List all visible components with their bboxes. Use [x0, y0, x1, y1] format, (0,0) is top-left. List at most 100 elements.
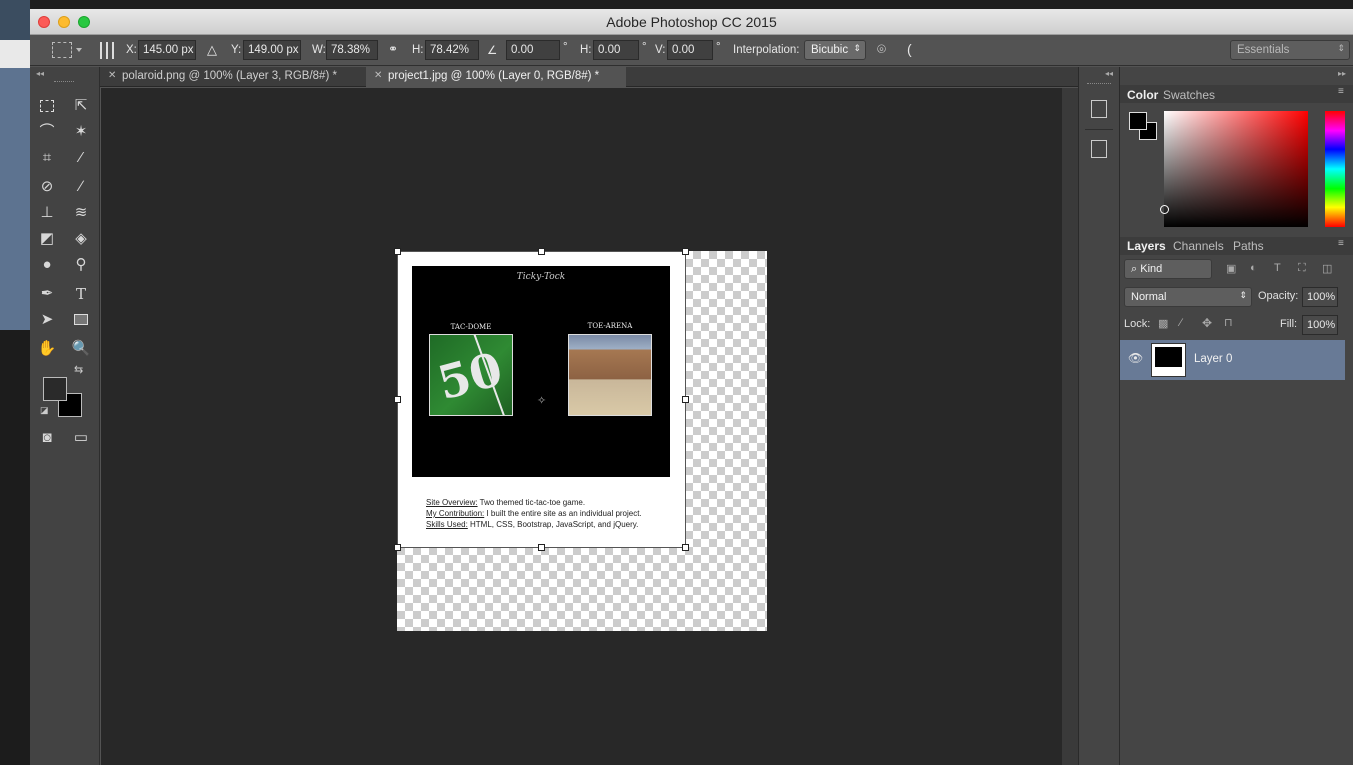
- quick-mask-icon[interactable]: ◙: [34, 427, 60, 449]
- lock-transparency-icon[interactable]: ▩: [1158, 317, 1168, 330]
- clone-stamp-icon[interactable]: ⊥: [34, 202, 60, 224]
- filter-kind-select[interactable]: ⌕ Kind: [1124, 259, 1212, 279]
- color-picker-cursor[interactable]: [1160, 205, 1169, 214]
- transform-handle[interactable]: [682, 396, 689, 403]
- tab-layers[interactable]: Layers: [1127, 239, 1166, 253]
- link-icon[interactable]: ⚭: [388, 42, 398, 56]
- default-colors-icon[interactable]: ◪: [40, 405, 49, 416]
- interpolation-select[interactable]: Bicubic ⇕: [804, 40, 866, 60]
- filter-smart-object-icon[interactable]: ◫: [1322, 262, 1332, 275]
- tab-swatches[interactable]: Swatches: [1163, 88, 1215, 102]
- hue-slider[interactable]: [1325, 111, 1345, 227]
- filter-pixel-icon[interactable]: ▣: [1226, 262, 1236, 275]
- rotate-field[interactable]: 0.00: [506, 40, 560, 60]
- lock-position-icon[interactable]: ✥: [1202, 316, 1212, 330]
- vskew-field[interactable]: 0.00: [667, 40, 713, 60]
- tab-paths[interactable]: Paths: [1233, 239, 1264, 253]
- filter-shape-icon[interactable]: ⛶: [1298, 262, 1306, 275]
- cancel-transform-icon[interactable]: (: [907, 41, 912, 57]
- x-field[interactable]: 145.00 px: [138, 40, 196, 60]
- path-selection-icon[interactable]: ➤: [34, 309, 60, 331]
- transform-handle[interactable]: [394, 544, 401, 551]
- blur-tool-icon[interactable]: ●: [34, 254, 60, 276]
- healing-brush-icon[interactable]: ⊘: [34, 176, 60, 198]
- properties-panel-icon[interactable]: [1091, 140, 1107, 158]
- transform-handle[interactable]: [682, 248, 689, 255]
- close-tab-icon[interactable]: ✕: [374, 70, 382, 81]
- dark-desktop: [0, 330, 30, 765]
- transform-handle[interactable]: [682, 544, 689, 551]
- transform-handle[interactable]: [394, 396, 401, 403]
- rectangle-tool-icon[interactable]: [74, 314, 88, 325]
- screen-mode-icon[interactable]: ▭: [68, 427, 94, 449]
- lock-pixels-icon[interactable]: ∕: [1180, 317, 1182, 329]
- collapse-panel-icon[interactable]: ▸▸: [1338, 69, 1346, 78]
- filter-adjustment-icon[interactable]: ◐: [1250, 262, 1257, 274]
- y-label: Y:: [231, 44, 242, 56]
- collapse-panel-icon[interactable]: ◂◂: [1105, 69, 1113, 78]
- history-brush-icon[interactable]: ≋: [68, 202, 94, 224]
- tab-polaroid[interactable]: ✕ polaroid.png @ 100% (Layer 3, RGB/8#) …: [100, 67, 366, 87]
- transform-handle[interactable]: [538, 248, 545, 255]
- x-label: X:: [126, 44, 137, 56]
- paint-bucket-icon[interactable]: ◈: [68, 228, 94, 250]
- transformed-layer[interactable]: Ticky-Tock TAC-DOME TOE-ARENA 50 ✧ Site …: [394, 248, 689, 551]
- y-field[interactable]: 149.00 px: [243, 40, 301, 60]
- pen-tool-icon[interactable]: ✒: [34, 283, 60, 305]
- canvas-area[interactable]: Ticky-Tock TAC-DOME TOE-ARENA 50 ✧ Site …: [101, 88, 1062, 765]
- hand-tool-icon[interactable]: ✋: [34, 338, 60, 360]
- swap-colors-icon[interactable]: ⇆: [74, 363, 83, 376]
- brush-tool-icon[interactable]: ∕: [68, 176, 94, 198]
- zoom-tool-icon[interactable]: 🔍: [68, 338, 94, 360]
- move-tool-icon[interactable]: ⇱: [68, 95, 94, 117]
- dock-divider: [1085, 129, 1113, 130]
- opacity-field[interactable]: 100%: [1302, 287, 1338, 307]
- reference-point-icon[interactable]: [100, 42, 117, 59]
- tab-channels[interactable]: Channels: [1173, 239, 1224, 253]
- eraser-tool-icon[interactable]: ◩: [34, 228, 60, 250]
- collapse-panel-icon[interactable]: ◂◂: [36, 69, 44, 78]
- workspace-select[interactable]: Essentials ⇕: [1230, 40, 1350, 60]
- filter-type-icon[interactable]: T: [1274, 262, 1281, 274]
- thumbnail-content: [1155, 347, 1182, 367]
- crop-tool-icon[interactable]: ⌗: [34, 147, 60, 169]
- history-panel-icon[interactable]: [1091, 100, 1107, 118]
- tab-color[interactable]: Color: [1127, 88, 1158, 102]
- chevron-down-icon[interactable]: [76, 48, 82, 52]
- transform-handle[interactable]: [394, 248, 401, 255]
- blend-mode-select[interactable]: Normal ⇕: [1124, 287, 1252, 307]
- type-tool-icon[interactable]: T: [68, 283, 94, 305]
- width-field[interactable]: 78.38%: [326, 40, 378, 60]
- hskew-field[interactable]: 0.00: [593, 40, 639, 60]
- height-field[interactable]: 78.42%: [425, 40, 479, 60]
- document-tabs: ✕ polaroid.png @ 100% (Layer 3, RGB/8#) …: [100, 67, 1078, 87]
- lasso-tool-icon[interactable]: ⌒: [34, 121, 60, 143]
- eyedropper-icon[interactable]: ⁄: [68, 147, 94, 169]
- vertical-scrollbar[interactable]: [1062, 88, 1078, 765]
- tab-project1[interactable]: ✕ project1.jpg @ 100% (Layer 0, RGB/8#) …: [366, 67, 626, 87]
- warp-icon[interactable]: ⌾: [877, 41, 886, 58]
- angle-unit: °: [563, 41, 568, 53]
- transform-handle[interactable]: [538, 544, 545, 551]
- fill-field[interactable]: 100%: [1302, 315, 1338, 335]
- options-bar: X: 145.00 px △ Y: 149.00 px W: 78.38% ⚭ …: [30, 36, 1353, 66]
- panel-menu-icon[interactable]: ≡: [1338, 238, 1344, 249]
- visibility-eye-icon[interactable]: 👁: [1128, 351, 1143, 365]
- delta-icon[interactable]: △: [207, 42, 217, 58]
- layer-row[interactable]: 👁 Layer 0: [1120, 340, 1345, 380]
- panel-menu-icon[interactable]: ≡: [1338, 86, 1344, 97]
- foreground-color-swatch[interactable]: [43, 377, 67, 401]
- interpolation-value: Bicubic: [811, 44, 849, 56]
- dodge-tool-icon[interactable]: ⚲: [68, 254, 94, 276]
- transform-tool-icon[interactable]: [52, 42, 72, 58]
- lock-all-icon[interactable]: ⊓: [1224, 316, 1233, 329]
- browser-content: [0, 68, 30, 330]
- color-picker-field[interactable]: [1160, 111, 1308, 227]
- close-tab-icon[interactable]: ✕: [108, 70, 116, 81]
- color-panel-foreground[interactable]: [1129, 112, 1147, 130]
- vskew-unit: °: [716, 41, 721, 53]
- browser-strip: [0, 0, 30, 40]
- magic-wand-icon[interactable]: ✶: [68, 121, 94, 143]
- marquee-tool-icon[interactable]: [40, 100, 54, 112]
- workspace-value: Essentials: [1237, 44, 1290, 56]
